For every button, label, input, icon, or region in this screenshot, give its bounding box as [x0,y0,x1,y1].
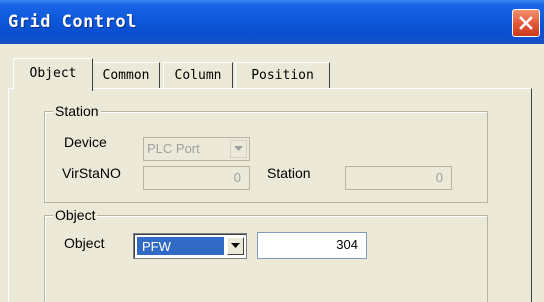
object-type-selection: PFW [137,237,224,255]
title-bar[interactable]: Grid Control [0,0,544,44]
chevron-down-icon [231,243,240,248]
device-dropdown-button [230,140,247,158]
station-field: 0 [345,166,452,190]
station-group-legend: Station [53,103,101,119]
device-label: Device [64,134,107,150]
tab-position-label: Position [251,68,314,83]
tab-common[interactable]: Common [92,62,160,88]
tab-position[interactable]: Position [235,62,330,88]
chevron-down-icon [234,146,243,151]
object-type-value: PFW [142,239,171,254]
station-label: Station [267,165,311,181]
object-type-select[interactable]: PFW [133,233,247,259]
device-select: PLC Port [143,137,250,161]
tab-object-label: Object [29,66,77,81]
object-type-dropdown-button[interactable] [227,237,244,255]
tab-object[interactable]: Object [13,58,93,91]
tab-column[interactable]: Column [163,62,233,88]
close-icon [519,16,533,30]
virstano-field: 0 [143,166,250,190]
tab-column-label: Column [174,68,222,83]
tab-common-label: Common [102,68,150,83]
window-title: Grid Control [8,12,137,32]
tab-strip: Object Common Column Position [0,44,544,92]
virstano-label: VirStaNO [62,165,121,181]
object-label: Object [64,235,105,251]
object-group-legend: Object [53,207,98,223]
grid-control-dialog: Grid Control Object Common Column Positi… [0,0,544,302]
close-button[interactable] [512,9,540,37]
device-select-value: PLC Port [147,141,200,156]
object-address-input[interactable]: 304 [257,232,367,259]
